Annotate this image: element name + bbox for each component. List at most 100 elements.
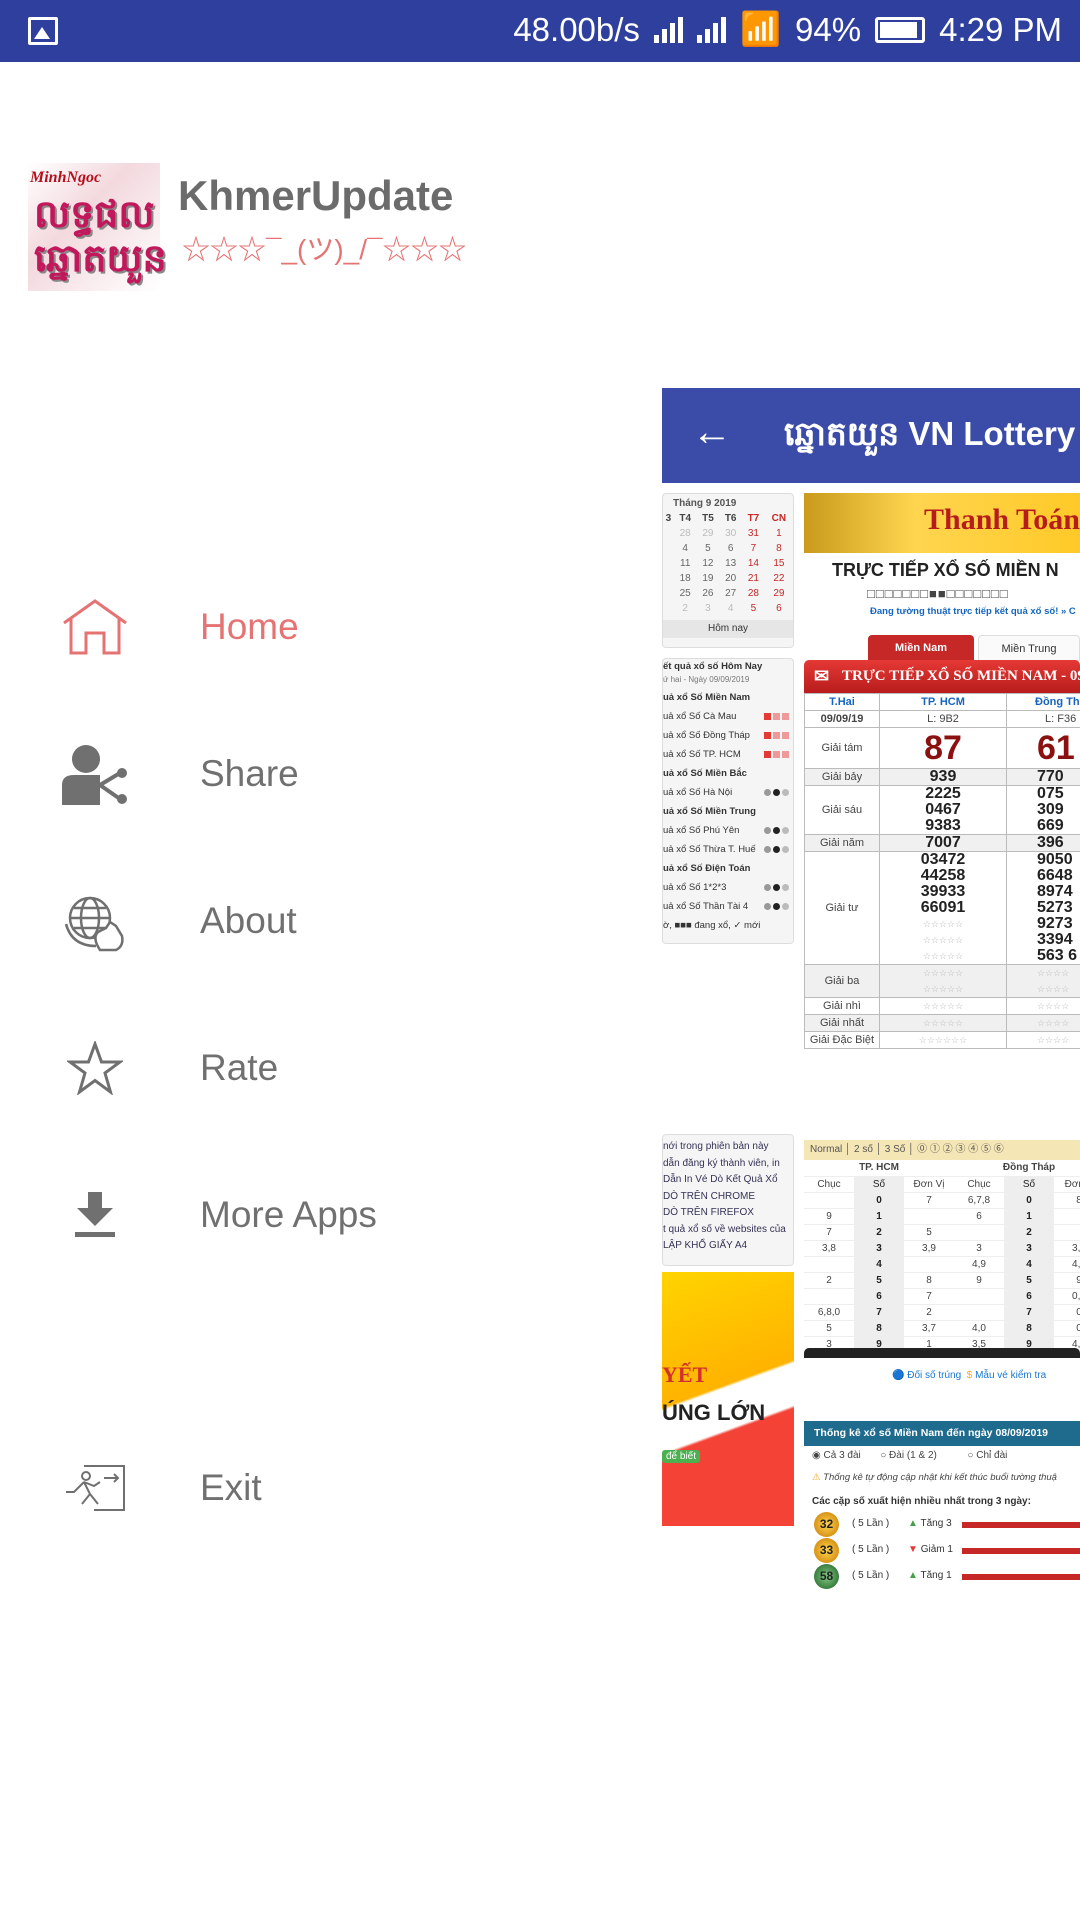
calendar-day[interactable]: 6 (765, 601, 793, 616)
menu-label: Exit (200, 1467, 262, 1508)
menu-item-exit[interactable]: Exit (0, 1433, 640, 1543)
radio-ca-3-dai[interactable]: ◉ Cả 3 đài (812, 1450, 861, 1461)
results-list-item[interactable]: uả xổ Số Miền Bắc (663, 764, 793, 783)
prize-number: 87 (924, 729, 962, 767)
calendar-day[interactable]: 29 (765, 586, 793, 601)
info-link[interactable]: dẫn đăng ký thành viên, in (663, 1156, 793, 1173)
results-list-item[interactable]: uả xổ Số 1*2*3 (663, 878, 793, 897)
info-link[interactable]: LẬP KHỔ GIẤY A4 (663, 1238, 793, 1255)
calendar-day[interactable]: 14 (742, 556, 765, 571)
calendar-day[interactable] (663, 526, 674, 541)
prize-row: Giải Đặc Biệt ☆☆☆☆☆☆ ☆☆☆☆ (804, 1031, 1080, 1049)
menu-item-share[interactable]: Share (0, 719, 640, 829)
calendar-day[interactable]: 28 (742, 586, 765, 601)
menu-item-about[interactable]: About (0, 866, 640, 976)
info-link[interactable]: DÒ TRÊN FIREFOX (663, 1205, 793, 1222)
today-button[interactable]: Hôm nay (663, 620, 793, 638)
calendar-day[interactable]: 2 (674, 601, 697, 616)
calendar-day[interactable]: 7 (742, 541, 765, 556)
prize-row: Giải tư 03472 44258 39933 66091 ☆☆☆☆☆ ☆☆☆☆☆ ☆☆☆… (804, 851, 1080, 965)
calendar-day[interactable]: 20 (719, 571, 742, 586)
weekday-label: 3 (665, 513, 672, 524)
calendar-day[interactable]: 3 (697, 601, 720, 616)
results-list-item[interactable]: uả xổ Số Hà Nội (663, 783, 793, 802)
province-header[interactable]: TP. HCM (879, 693, 1007, 711)
results-list-item[interactable]: uả xổ Số Đồng Tháp (663, 726, 793, 745)
mau-ve-link[interactable]: Mẫu vé kiểm tra (975, 1370, 1046, 1381)
calendar-day[interactable] (663, 556, 674, 571)
calendar-header-row: 3 T4 T5 T6 T7 CN (663, 511, 793, 526)
results-list-item[interactable]: uả xổ Số Cà Mau (663, 707, 793, 726)
info-link[interactable]: Dẫn In Vé Dò Kết Quả Xổ (663, 1172, 793, 1189)
main-content-preview[interactable]: ← ឆ្នោតយួន VN Lottery Tháng 9 2019 3 T4 T5… (662, 388, 1080, 1600)
calendar-day[interactable]: 5 (742, 601, 765, 616)
loto-cell: 5 (854, 1272, 904, 1289)
results-list-item[interactable]: uả xổ Số TP. HCM (663, 745, 793, 764)
doi-so-trung-link[interactable]: Đối số trúng (907, 1370, 961, 1381)
loto-cell: 5 (1004, 1272, 1054, 1289)
results-list-item[interactable]: uả xổ Số Miền Trung (663, 802, 793, 821)
radio-chi-dai[interactable]: ○ Chỉ đài (967, 1450, 1007, 1461)
calendar-day[interactable]: 11 (674, 556, 697, 571)
back-arrow-icon[interactable]: ← (692, 410, 732, 455)
results-list-item[interactable]: uả xổ Số Điện Toán (663, 859, 793, 878)
calendar-day[interactable] (663, 541, 674, 556)
prize-number: 9050 (1037, 851, 1073, 868)
calendar-day[interactable] (663, 571, 674, 586)
results-list-item[interactable]: uả xổ Số Thần Tài 4 (663, 897, 793, 916)
menu-item-more-apps[interactable]: More Apps (0, 1160, 640, 1270)
info-link[interactable]: DÒ TRÊN CHROME (663, 1189, 793, 1206)
calendar-day[interactable] (663, 601, 674, 616)
tab-mien-nam[interactable]: Miền Nam (868, 635, 974, 661)
calendar-day[interactable]: 27 (719, 586, 742, 601)
calendar-day[interactable]: 12 (697, 556, 720, 571)
calendar-day[interactable]: 19 (697, 571, 720, 586)
calendar-day[interactable]: 15 (765, 556, 793, 571)
top-banner[interactable]: Thanh Toán Tận (804, 493, 1080, 553)
radio-dai-1-2[interactable]: ○ Đài (1 & 2) (880, 1450, 937, 1461)
ad-button[interactable]: để biết (662, 1450, 701, 1463)
info-link[interactable]: nới trong phiên bản này (663, 1139, 793, 1156)
live-subtitle[interactable]: Đang tường thuật trực tiếp kết quả xổ số… (870, 606, 1076, 617)
prize-values: ☆☆☆☆ (1006, 1031, 1080, 1049)
weekday-label: T6 (724, 513, 737, 524)
calendar-day[interactable]: 25 (674, 586, 697, 601)
calendar-day[interactable]: 30 (719, 526, 742, 541)
tab-mien-trung[interactable]: Miền Trung (978, 635, 1080, 661)
calendar-day[interactable]: 28 (674, 526, 697, 541)
prize-values: 7007 (879, 834, 1007, 852)
calendar-day[interactable]: 8 (765, 541, 793, 556)
calendar-day[interactable]: 31 (742, 526, 765, 541)
prize-number: ☆☆☆☆☆ (922, 919, 964, 929)
calendar-day[interactable]: 18 (674, 571, 697, 586)
calendar-day[interactable]: 4 (719, 601, 742, 616)
calendar-day[interactable]: 1 (765, 526, 793, 541)
loto-cell (1054, 1224, 1080, 1241)
filter-bar[interactable]: Normal │ 2 số │ 3 Số │ ⓪ ① ② ③ ④ ⑤ ⑥ (804, 1140, 1080, 1160)
menu-item-home[interactable]: Home (0, 572, 640, 682)
calendar-day[interactable]: 22 (765, 571, 793, 586)
calendar-day[interactable]: 6 (719, 541, 742, 556)
ad-banner[interactable]: YẾT ÚNG LỚN để biết (662, 1272, 794, 1526)
calendar-day[interactable]: 13 (719, 556, 742, 571)
globe-hand-icon (62, 888, 128, 954)
prize-row: Giải sáu 2225 0467 9383 075 309 669 (804, 785, 1080, 835)
calendar-day[interactable] (663, 586, 674, 601)
results-list-item[interactable]: uả xổ Số Phú Yên (663, 821, 793, 840)
menu-item-rate[interactable]: Rate (0, 1013, 640, 1123)
loto-cell: 3 (1004, 1240, 1054, 1257)
results-list-item[interactable]: uả xổ Số Miền Nam (663, 688, 793, 707)
calendar-day[interactable]: 5 (697, 541, 720, 556)
province-header[interactable]: Đồng Th (1006, 693, 1080, 711)
app-subtitle: ☆☆☆¯_(ツ)_/¯☆☆☆ (182, 234, 467, 265)
info-link[interactable]: t quả xổ số về websites của (663, 1222, 793, 1239)
loto-cell: 3,8 (804, 1240, 854, 1257)
calendar-day[interactable]: 26 (697, 586, 720, 601)
calendar-week: 28 29 30 31 1 (663, 526, 793, 541)
frequency-bar (962, 1548, 1080, 1554)
calendar-day[interactable]: 4 (674, 541, 697, 556)
calendar-day[interactable]: 29 (697, 526, 720, 541)
calendar-grid[interactable]: 3 T4 T5 T6 T7 CN 28 29 30 31 1 4 5 6 7 8 11 12 13 14 15 18 19 2… (663, 511, 793, 616)
calendar-day[interactable]: 21 (742, 571, 765, 586)
results-list-item[interactable]: uả xổ Số Thừa T. Huế (663, 840, 793, 859)
